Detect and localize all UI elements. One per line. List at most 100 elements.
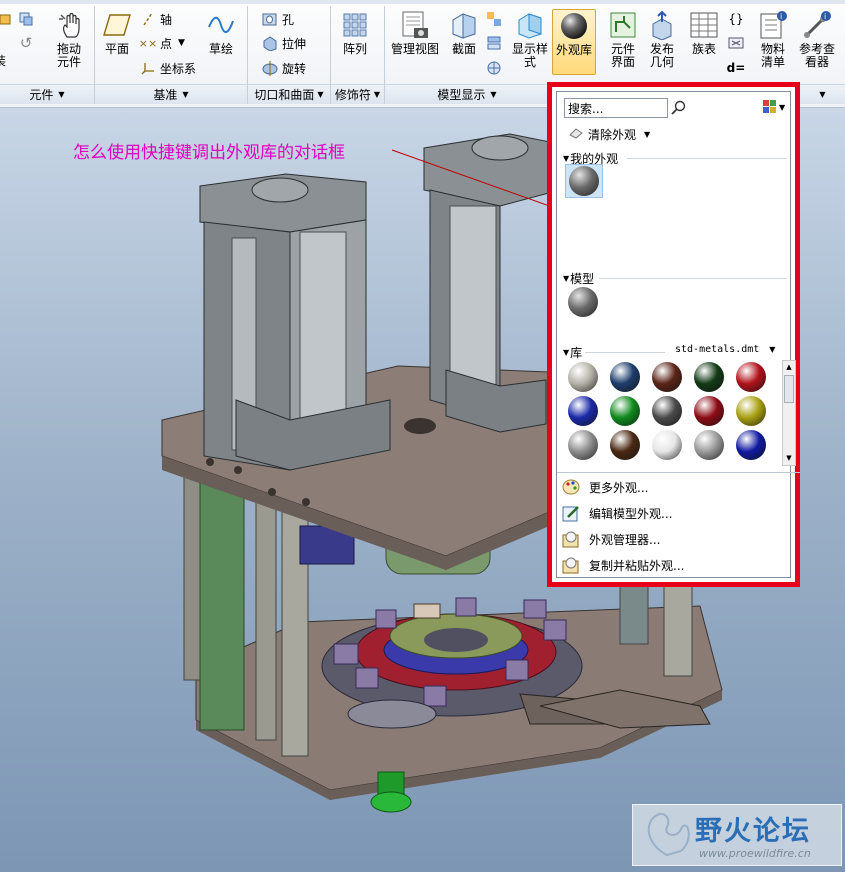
group-dropdown-icon: ▼ <box>490 90 497 99</box>
dimension-button[interactable]: d= <box>726 59 748 77</box>
section-label: 截面 <box>451 42 476 56</box>
point-dropdown-icon[interactable]: ▼ <box>178 38 185 48</box>
model-header[interactable]: ▼ 模型 <box>563 270 594 287</box>
copy-paste-appearance-icon <box>561 555 581 575</box>
library-appearance-swatch[interactable] <box>568 362 598 392</box>
library-appearance-swatch[interactable] <box>652 362 682 392</box>
view-small-3[interactable] <box>486 59 506 77</box>
display-style-button[interactable]: 显示样 式 <box>510 10 550 69</box>
section-button[interactable]: 截面 <box>446 10 482 56</box>
view-options-icon[interactable]: ▼ <box>763 100 785 114</box>
library-header[interactable]: ▼ 库 <box>563 344 582 361</box>
search-input[interactable]: 搜索... <box>568 100 603 117</box>
view-small-2[interactable] <box>486 34 506 52</box>
assemble-small-icon[interactable] <box>0 10 18 28</box>
point-label: 点 <box>160 36 173 51</box>
pattern-button[interactable]: 阵列 <box>336 10 374 56</box>
group-modifiers-label: 修饰符 <box>334 88 371 102</box>
library-appearance-swatch[interactable] <box>736 362 766 392</box>
publish-geometry-button[interactable]: 发布 几何 <box>644 10 680 69</box>
view-small-1[interactable] <box>486 10 506 28</box>
search-box[interactable]: 搜索... <box>564 98 668 118</box>
drag-components-label: 拖动 元件 <box>56 42 81 69</box>
group-dropdown-icon: ▼ <box>373 90 381 99</box>
ribbon-tab-strip <box>0 0 845 4</box>
family-table-label: 族表 <box>691 42 716 56</box>
reference-viewer-label: 参考查 看器 <box>798 42 835 69</box>
group-dropdown-icon: ▼ <box>58 90 65 99</box>
point-button[interactable]: ×× 点 ▼ <box>139 34 185 52</box>
assemble-label[interactable]: 装 <box>0 51 6 69</box>
family-table-button[interactable]: 族表 <box>686 10 722 56</box>
drag-components-button[interactable]: 拖动 元件 <box>52 10 86 69</box>
scroll-down-button[interactable]: ▼ <box>783 452 795 465</box>
annotation-text: 怎么使用快捷键调出外观库的对话框 <box>73 143 345 163</box>
library-appearance-swatch[interactable] <box>652 430 682 460</box>
more-appearances-label: 更多外观... <box>589 480 649 495</box>
scroll-up-button[interactable]: ▲ <box>783 361 795 374</box>
group-datum[interactable]: 基准 ▼ <box>95 84 247 104</box>
library-swatch-grid <box>561 360 783 462</box>
edit-appearance-icon <box>561 503 581 523</box>
hole-button[interactable]: 孔 <box>262 10 294 28</box>
group-investigate[interactable]: ▼ <box>800 84 845 104</box>
library-file-selector[interactable]: std-metals.dmt ▼ <box>675 344 775 355</box>
library-appearance-swatch[interactable] <box>610 430 640 460</box>
create-small-icon[interactable] <box>18 10 38 28</box>
revolve-button[interactable]: 旋转 <box>262 59 306 77</box>
my-appearance-selected[interactable] <box>565 164 603 198</box>
appearance-swatch <box>569 166 599 196</box>
clear-appearance-dropdown-icon[interactable]: ▼ <box>644 130 650 139</box>
extrude-button[interactable]: 拉伸 <box>262 34 306 52</box>
manage-views-label: 管理视图 <box>390 42 439 56</box>
group-model-display[interactable]: 模型显示 ▼ <box>385 84 549 104</box>
bom-button[interactable]: i 物料 清单 <box>756 10 790 69</box>
appearance-gallery-button[interactable]: 外观库 <box>552 9 596 75</box>
group-component-label: 元件 <box>29 88 54 102</box>
collapse-icon: ▼ <box>563 274 570 283</box>
library-appearance-swatch[interactable] <box>736 396 766 426</box>
library-appearance-swatch[interactable] <box>694 396 724 426</box>
parameters-button[interactable] <box>728 34 748 52</box>
model-appearance-swatch[interactable] <box>568 287 598 317</box>
more-appearances-button[interactable]: 更多外观... <box>561 476 648 498</box>
copy-paste-appearance-button[interactable]: 复制并粘贴外观... <box>561 554 684 576</box>
library-appearance-swatch[interactable] <box>610 396 640 426</box>
edit-model-appearance-button[interactable]: 编辑模型外观... <box>561 502 672 524</box>
library-appearance-swatch[interactable] <box>694 362 724 392</box>
svg-text:i: i <box>780 12 782 21</box>
library-scrollbar[interactable]: ▲ ▼ <box>782 360 796 466</box>
library-appearance-swatch[interactable] <box>736 430 766 460</box>
clear-appearance-button[interactable]: 清除外观 ▼ <box>569 126 650 143</box>
reference-viewer-button[interactable]: i 参考查 看器 <box>796 10 838 69</box>
library-appearance-swatch[interactable] <box>694 430 724 460</box>
watermark-logo: 野火论坛 www.proewildfire.cn <box>632 804 842 866</box>
sketch-button[interactable]: 草绘 <box>204 10 238 56</box>
group-modifiers[interactable]: 修饰符 ▼ <box>331 84 384 104</box>
section-icon <box>449 10 479 40</box>
extrude-label: 拉伸 <box>282 36 307 51</box>
watermark-title: 野火论坛 <box>695 816 811 847</box>
axis-button[interactable]: 轴 <box>140 10 172 28</box>
publish-geometry-icon <box>647 10 677 40</box>
appearance-manager-button[interactable]: 外观管理器... <box>561 528 660 550</box>
dimension-icon: d= <box>726 61 746 75</box>
regen-small-icon[interactable]: ↺ <box>18 34 38 52</box>
manage-views-button[interactable]: 管理视图 <box>390 10 440 56</box>
group-component[interactable]: 元件 ▼ <box>0 84 94 104</box>
library-appearance-swatch[interactable] <box>610 362 640 392</box>
library-appearance-swatch[interactable] <box>652 396 682 426</box>
plane-button[interactable]: 平面 <box>100 10 134 56</box>
library-dropdown-icon[interactable]: ▼ <box>769 345 775 354</box>
display-style-label: 显示样 式 <box>511 42 548 69</box>
group-cut-surface[interactable]: 切口和曲面 ▼ <box>248 84 330 104</box>
component-interface-button[interactable]: 元件 界面 <box>604 10 642 69</box>
library-appearance-swatch[interactable] <box>568 396 598 426</box>
relations-button[interactable]: {} <box>728 10 748 28</box>
search-icon[interactable] <box>671 100 687 119</box>
library-file-name: std-metals.dmt <box>675 344 760 355</box>
library-appearance-swatch[interactable] <box>568 430 598 460</box>
csys-button[interactable]: 坐标系 <box>140 59 196 77</box>
assemble-icon <box>0 11 14 27</box>
scroll-thumb[interactable] <box>784 375 794 403</box>
